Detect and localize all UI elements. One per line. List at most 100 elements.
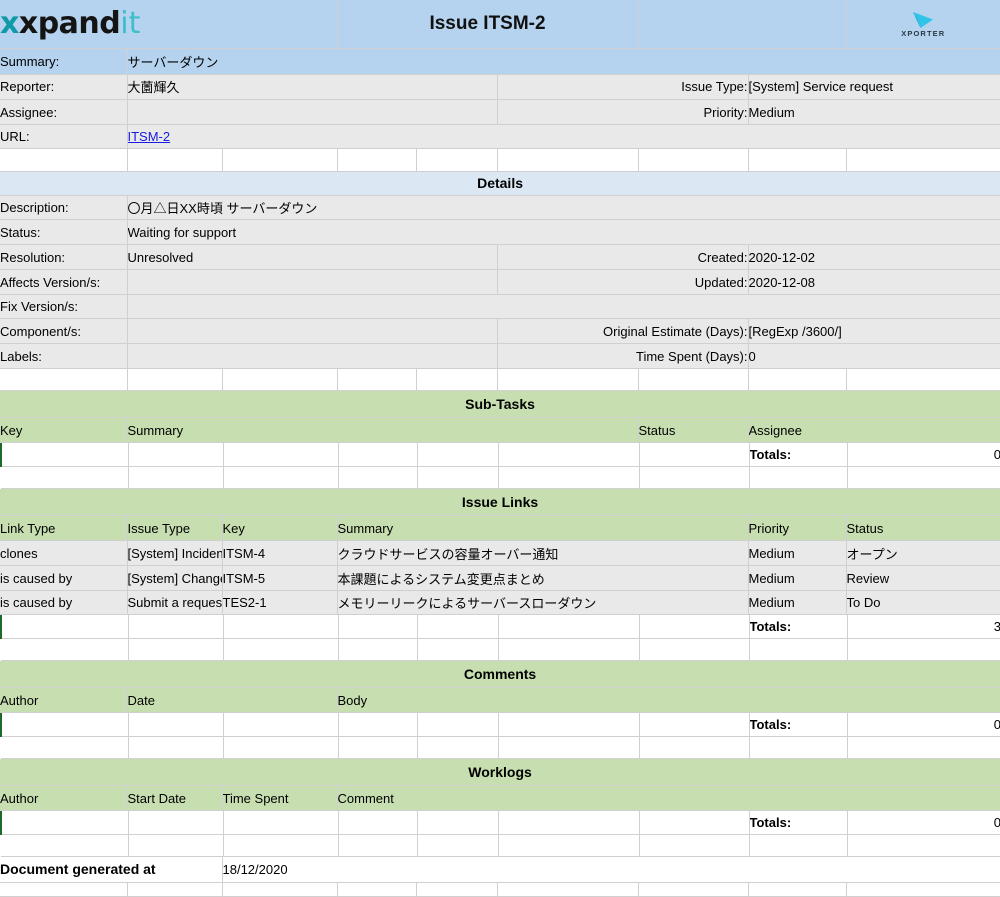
- links-col-summary: Summary: [337, 516, 748, 541]
- grid-cell: [417, 811, 498, 834]
- grid-cell: [222, 369, 337, 390]
- grid-cell: [0, 883, 127, 897]
- grid-cell: [749, 466, 847, 488]
- table-row: clones [System] Incident ITSM-4 クラウドサービス…: [0, 541, 1000, 566]
- grid-cell: [1, 443, 128, 466]
- grid-cell: [127, 369, 222, 390]
- grid-cell: [639, 834, 749, 856]
- grid-cell: [416, 149, 497, 171]
- grid-cell: [1, 811, 128, 834]
- link-summary: 本課題によるシステム変更点まとめ: [337, 566, 748, 591]
- logo-xpand-text: xpand: [19, 6, 120, 41]
- grid-cell: [223, 811, 338, 834]
- table-row: is caused by Submit a request or inciden…: [0, 591, 1000, 615]
- grid-cell: [1, 615, 128, 638]
- component-value: [127, 319, 497, 344]
- generated-at-value: 18/12/2020: [222, 857, 1000, 883]
- grid-cell: [638, 883, 748, 897]
- comments-totals-value: 0: [847, 713, 1000, 736]
- summary-value: サーバーダウン: [127, 48, 1000, 74]
- links-col-status: Status: [846, 516, 1000, 541]
- grid-cell: [1, 834, 128, 856]
- link-issue-type: Submit a request or incident: [127, 591, 222, 615]
- issue-links-section-title: Issue Links: [0, 489, 1000, 516]
- grid-cell: [639, 713, 749, 736]
- grid-cell: [417, 615, 498, 638]
- summary-label: Summary:: [0, 48, 127, 74]
- grid-cell: [498, 736, 639, 758]
- grid-cell: [638, 149, 748, 171]
- link-issue-type: [System] Change: [127, 566, 222, 591]
- grid-cell: [338, 638, 417, 660]
- component-label: Component/s:: [0, 319, 127, 344]
- grid-cell: [749, 834, 847, 856]
- subtasks-section-title: Sub-Tasks: [0, 391, 1000, 418]
- table-row: is caused by [System] Change ITSM-5 本課題に…: [0, 566, 1000, 591]
- description-value: 〇月△日XX時頃 サーバーダウン: [127, 196, 1000, 220]
- grid-cell: [338, 615, 417, 638]
- updated-label: Updated:: [497, 270, 748, 295]
- resolution-value: Unresolved: [127, 245, 497, 270]
- grid-cell: [1, 736, 128, 758]
- issue-links-totals-value: 3: [847, 615, 1000, 638]
- grid-cell: [497, 149, 638, 171]
- grid-cell: [128, 443, 223, 466]
- logo-x-glyph: x: [0, 6, 19, 41]
- grid-cell: [0, 369, 127, 390]
- description-label: Description:: [0, 196, 127, 220]
- worklogs-section: Worklogs Author Start Date Time Spent Co…: [0, 759, 1000, 812]
- grid-cell: [338, 443, 417, 466]
- links-col-link-type: Link Type: [0, 516, 127, 541]
- grid-cell: [223, 638, 338, 660]
- xporter-arrow-icon: [911, 11, 935, 29]
- fix-version-label: Fix Version/s:: [0, 295, 127, 319]
- created-value: 2020-12-02: [748, 245, 1000, 270]
- grid-cell: [128, 811, 223, 834]
- issue-links-totals: Totals: 3: [0, 615, 1000, 661]
- subtasks-totals: Totals: 0: [0, 443, 1000, 489]
- link-key: ITSM-5: [222, 566, 337, 591]
- grid-cell: [748, 369, 846, 390]
- grid-cell: [497, 883, 638, 897]
- issue-links-section: Issue Links Link Type Issue Type Key Sum…: [0, 489, 1000, 616]
- link-summary: メモリーリークによるサーバースローダウン: [337, 591, 748, 615]
- grid-cell: [338, 713, 417, 736]
- header-fields: Reporter: 大薗輝久 Issue Type: [System] Serv…: [0, 75, 1000, 150]
- grid-cell: [417, 834, 498, 856]
- links-col-key: Key: [222, 516, 337, 541]
- link-type: is caused by: [0, 566, 127, 591]
- grid-cell: [127, 883, 222, 897]
- issue-url-link[interactable]: ITSM-2: [128, 129, 171, 144]
- grid-cell: [498, 811, 639, 834]
- grid-cell: [223, 834, 338, 856]
- comments-col-author: Author: [0, 688, 127, 713]
- grid-cell: [498, 615, 639, 638]
- assignee-value: [127, 100, 497, 125]
- links-col-issue-type: Issue Type: [127, 516, 222, 541]
- resolution-label: Resolution:: [0, 245, 127, 270]
- grid-cell: [1, 466, 128, 488]
- affects-version-value: [127, 270, 497, 295]
- grid-cell: [847, 736, 1000, 758]
- grid-cell: [416, 369, 497, 390]
- worklogs-section-title: Worklogs: [0, 759, 1000, 786]
- grid-cell: [222, 883, 337, 897]
- created-label: Created:: [497, 245, 748, 270]
- link-priority: Medium: [748, 566, 846, 591]
- grid-cell: [498, 466, 639, 488]
- grid-cell: [748, 883, 846, 897]
- link-summary: クラウドサービスの容量オーバー通知: [337, 541, 748, 566]
- worklogs-col-comment: Comment: [337, 786, 1000, 811]
- grid-cell: [749, 638, 847, 660]
- grid-cell: [638, 369, 748, 390]
- subtasks-totals-value: 0: [847, 443, 1000, 466]
- grid-cell: [639, 638, 749, 660]
- link-key: ITSM-4: [222, 541, 337, 566]
- spacer-row-2: [0, 369, 1000, 391]
- grid-cell: [1, 713, 128, 736]
- grid-cell: [846, 149, 1000, 171]
- logo-it-text: it: [120, 6, 140, 41]
- link-status: オープン: [846, 541, 1000, 566]
- xporter-logo: XPORTER: [846, 0, 1000, 48]
- grid-cell: [223, 615, 338, 638]
